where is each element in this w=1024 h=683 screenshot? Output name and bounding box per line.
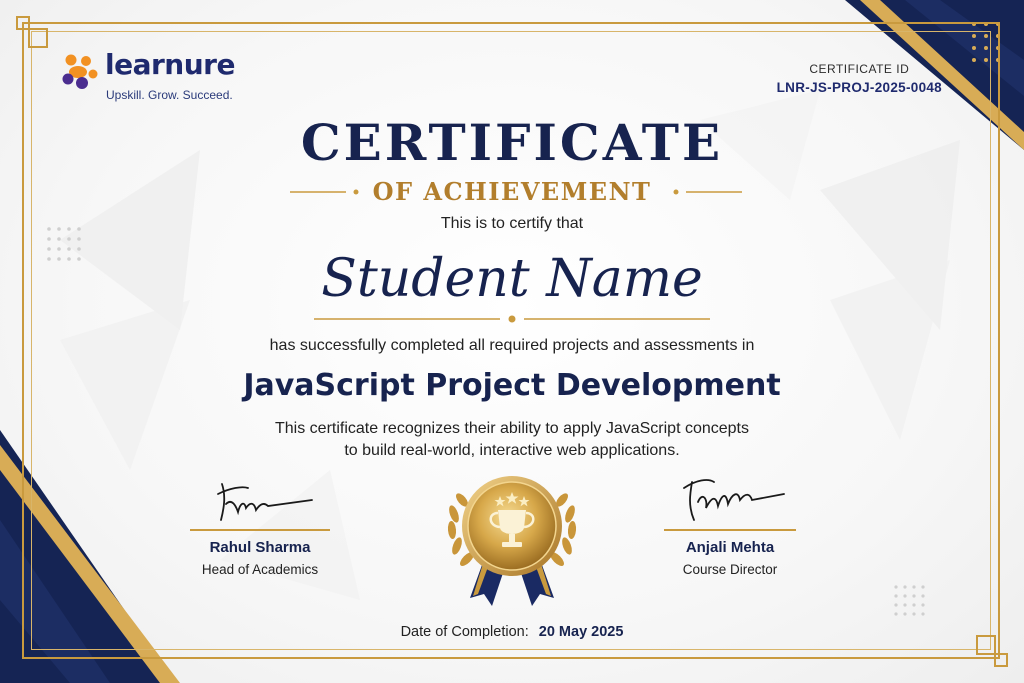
course-name: JavaScript Project Development [243, 368, 781, 403]
signature-line-right [664, 529, 796, 531]
brand-name: learnure [105, 48, 235, 81]
signatory-name-right: Anjali Mehta [685, 539, 775, 556]
recognition-text: This certificate recognizes their abilit… [0, 418, 1024, 462]
completion-text: has successfully completed all required … [269, 337, 755, 354]
signatory-role-left: Head of Academics [201, 562, 319, 577]
signatory-name-left: Rahul Sharma [209, 539, 311, 556]
corner-square-tl-inner [28, 28, 48, 48]
recognition-line-1: This certificate recognizes their abilit… [275, 420, 749, 437]
certify-intro: This is to certify that [440, 215, 584, 232]
certificate: learnure Upskill. Grow. Succeed. CERTIFI… [0, 0, 1024, 683]
signature-left [217, 483, 313, 521]
certificate-subtitle: OF ACHIEVEMENT [372, 177, 652, 206]
certificate-id-label: CERTIFICATE ID [809, 62, 910, 76]
certificate-id-value: LNR-JS-PROJ-2025-0048 [776, 80, 942, 95]
brand-tagline: Upskill. Grow. Succeed. [106, 88, 233, 102]
recipient-name: Student Name [321, 249, 703, 309]
signature-right [683, 479, 785, 521]
award-medal [447, 476, 577, 606]
completion-date-row: Date of Completion: 20 May 2025 [0, 624, 1024, 640]
subtitle-row: OF ACHIEVEMENT [0, 176, 1024, 208]
completion-date-value: 20 May 2025 [538, 624, 624, 640]
completion-date-label: Date of Completion: [400, 624, 529, 640]
name-underline [314, 315, 710, 323]
logo-icon [62, 54, 98, 89]
signature-line-left [190, 529, 330, 531]
certificate-id: CERTIFICATE ID LNR-JS-PROJ-2025-0048 [777, 62, 942, 95]
signatory-role-right: Course Director [682, 562, 778, 577]
certificate-title: CERTIFICATE [300, 113, 724, 172]
recognition-line-2: to build real-world, interactive web app… [344, 442, 680, 459]
corner-square-br [994, 653, 1008, 667]
